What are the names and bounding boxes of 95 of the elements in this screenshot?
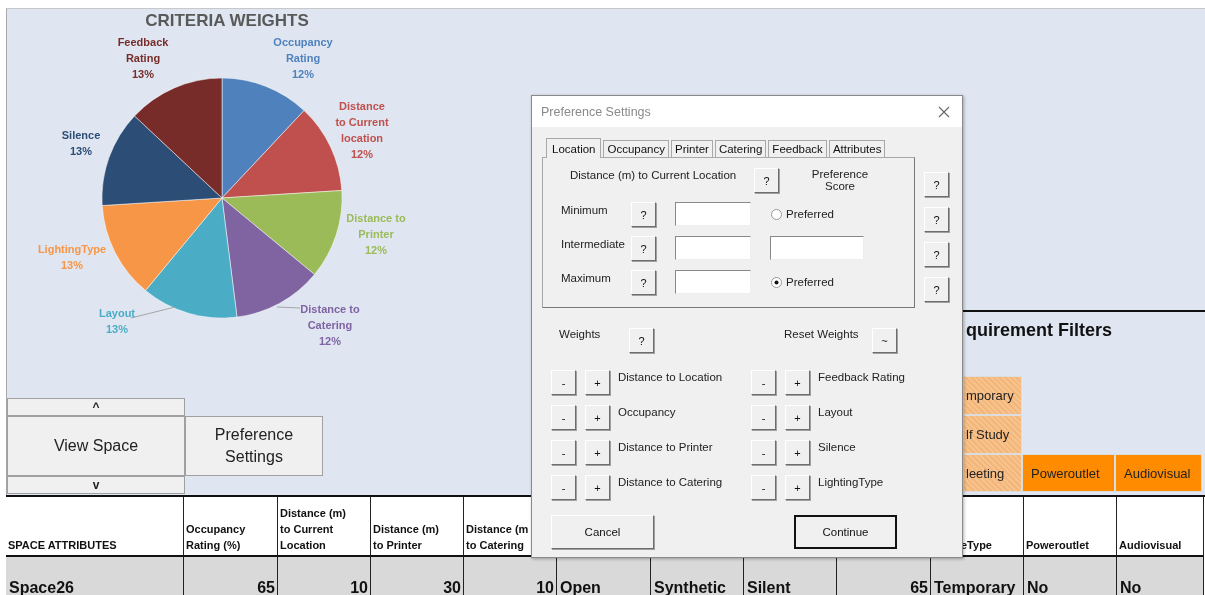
cell-text: No	[1027, 579, 1049, 595]
radio-button[interactable]	[771, 276, 782, 288]
row-label: Minimum	[561, 203, 609, 218]
header-text: eType	[961, 538, 992, 553]
data-label: Feedback Rating 13%	[117, 35, 169, 82]
increase-button[interactable]: +	[585, 440, 610, 465]
decrease-button[interactable]: -	[551, 370, 576, 395]
decrease-button[interactable]: -	[551, 440, 576, 465]
scroll-up-button[interactable]: ^	[7, 398, 185, 416]
cell-text: Silent	[747, 579, 791, 595]
cell-text: 10	[536, 579, 554, 595]
help-button[interactable]: ?	[924, 242, 949, 267]
header-text: Audiovisual	[1119, 538, 1182, 553]
header-text: Distance (m) to Printer	[373, 522, 440, 553]
increase-button[interactable]: +	[585, 475, 610, 500]
row-label: Maximum	[561, 271, 612, 286]
weight-label: Occupancy	[618, 405, 676, 418]
filter-button[interactable]: Poweroutlet	[1022, 454, 1115, 492]
help-button[interactable]: ?	[754, 168, 779, 193]
increase-button[interactable]: +	[585, 405, 610, 430]
increase-button[interactable]: +	[785, 440, 810, 465]
chart-title: CRITERIA WEIGHTS	[144, 11, 310, 31]
filter-button[interactable]: lf Study	[963, 415, 1022, 454]
decrease-button[interactable]: -	[751, 370, 776, 395]
tab[interactable]: Occupancy	[603, 140, 669, 157]
data-label: Distance to Printer 12%	[346, 211, 406, 258]
dialog-button[interactable]: Continue	[794, 515, 897, 549]
view-space-button[interactable]: View Space	[7, 416, 185, 476]
data-label: Distance to Catering 12%	[300, 302, 360, 349]
preference-settings-button[interactable]: Preference Settings	[185, 416, 323, 476]
input-field[interactable]	[675, 202, 751, 226]
cell-text: 65	[257, 579, 275, 595]
decrease-button[interactable]: -	[751, 405, 776, 430]
decrease-button[interactable]: -	[751, 440, 776, 465]
section-heading: quirement Filters	[966, 320, 1114, 341]
data-label: Silence 13%	[61, 128, 101, 159]
filter-button[interactable]: Audiovisual	[1115, 454, 1202, 492]
weight-label: Distance to Printer	[618, 440, 713, 453]
radio-label: Preferred	[786, 208, 834, 220]
row-label: Intermediate	[561, 237, 626, 252]
input-field[interactable]	[675, 236, 751, 260]
decrease-button[interactable]: -	[551, 405, 576, 430]
weight-label: Distance to Location	[618, 370, 723, 383]
tab[interactable]: Attributes	[828, 140, 886, 157]
tab[interactable]: Catering	[714, 140, 767, 157]
weight-label: LightingType	[818, 475, 884, 488]
close-icon[interactable]	[938, 105, 950, 118]
header-text: SPACE ATTRIBUTES	[8, 538, 117, 553]
reset-button[interactable]: ~	[872, 328, 897, 353]
increase-button[interactable]: +	[585, 370, 610, 395]
cell-text: 65	[910, 579, 928, 595]
weight-label: Distance to Catering	[618, 475, 723, 488]
filter-button[interactable]: leeting	[963, 454, 1022, 492]
section-label: Reset Weights	[784, 328, 860, 340]
cell-text: 10	[350, 579, 368, 595]
dialog-button[interactable]: Cancel	[551, 515, 654, 549]
input-field[interactable]	[675, 270, 751, 294]
weight-label: Silence	[818, 440, 856, 453]
window-title: Preference Settings	[541, 104, 651, 119]
help-button[interactable]: ?	[924, 172, 949, 197]
help-button[interactable]: ?	[631, 202, 656, 227]
increase-button[interactable]: +	[785, 405, 810, 430]
tab[interactable]: Location	[546, 138, 602, 158]
header-text: Distance (m) to Current Location	[280, 506, 347, 553]
help-button[interactable]: ?	[629, 328, 654, 353]
data-label: LightingType 13%	[37, 242, 107, 273]
header-text: Poweroutlet	[1026, 538, 1089, 553]
cell-text: 30	[443, 579, 461, 595]
data-label: Distance to Current location 12%	[335, 99, 389, 162]
scroll-down-button[interactable]: v	[7, 476, 185, 494]
header-text: Occupancy Rating (%)	[186, 522, 246, 553]
help-button[interactable]: ?	[924, 277, 949, 302]
section-label: Weights	[559, 328, 602, 340]
increase-button[interactable]: +	[785, 475, 810, 500]
help-button[interactable]: ?	[631, 270, 656, 295]
weight-label: Layout	[818, 405, 853, 418]
column-heading: Preference Score	[810, 168, 870, 192]
help-button[interactable]: ?	[631, 236, 656, 261]
radio-label: Preferred	[786, 276, 834, 288]
input-field[interactable]	[770, 236, 864, 260]
help-button[interactable]: ?	[924, 207, 949, 232]
tab[interactable]: Feedback	[768, 140, 827, 157]
decrease-button[interactable]: -	[551, 475, 576, 500]
weight-label: Feedback Rating	[818, 370, 905, 383]
leader-line	[276, 306, 301, 309]
data-label: Layout 13%	[98, 306, 136, 337]
radio-button[interactable]	[771, 208, 782, 220]
tab[interactable]: Printer	[671, 140, 713, 157]
increase-button[interactable]: +	[785, 370, 810, 395]
cell-text: No	[1120, 579, 1142, 595]
data-label: Occupancy Rating 12%	[273, 35, 333, 82]
decrease-button[interactable]: -	[751, 475, 776, 500]
filter-button[interactable]: mporary	[963, 376, 1022, 415]
header-text: Distance (m to Catering	[466, 522, 529, 553]
panel-heading: Distance (m) to Current Location	[570, 168, 738, 181]
